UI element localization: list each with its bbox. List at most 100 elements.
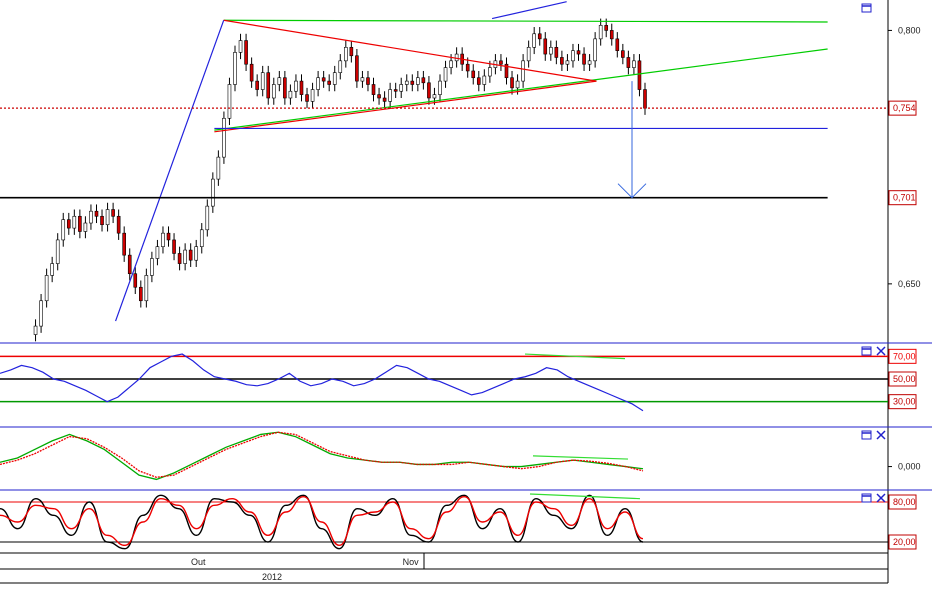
- right-axis-area: [888, 0, 932, 612]
- price-candle: [643, 82, 647, 115]
- candle-body: [526, 47, 531, 62]
- candle-body: [78, 215, 82, 232]
- stoch-panel-maximize-button[interactable]: [861, 493, 872, 503]
- candle-body: [310, 89, 315, 102]
- candle-body: [482, 75, 487, 85]
- price-candle: [94, 204, 99, 224]
- price-candle: [139, 280, 143, 308]
- candle-body: [111, 209, 115, 217]
- rsi-level-tag-label: 50,00: [893, 374, 916, 384]
- price-candle: [521, 54, 525, 88]
- price-candle: [404, 74, 409, 92]
- candle-body: [227, 84, 232, 119]
- candle-body: [421, 77, 426, 84]
- candle-body: [471, 70, 476, 79]
- price-tick-label: 0,800: [898, 25, 921, 35]
- candle-body: [410, 80, 415, 85]
- candle-body: [416, 77, 420, 85]
- price-candle: [133, 266, 138, 294]
- price-candle: [327, 74, 331, 92]
- candle-body: [72, 215, 77, 229]
- x-axis-year-label: 2012: [262, 572, 282, 582]
- candle-body: [615, 38, 620, 51]
- candle-body: [166, 232, 171, 241]
- stoch-level-tag-label: 80,00: [893, 497, 916, 507]
- trendline-blue-impulse: [115, 20, 225, 322]
- price-candle: [127, 248, 132, 281]
- candle-body: [155, 246, 160, 259]
- candle-body: [349, 47, 354, 57]
- candle-body: [560, 57, 564, 65]
- candle-body: [338, 60, 343, 73]
- price-candle: [66, 212, 71, 235]
- price-candle: [61, 212, 66, 247]
- rsi-level-tag: 50,00: [888, 371, 917, 387]
- macd-zero-label: 0,000: [898, 462, 921, 472]
- macd-panel-maximize-button[interactable]: [861, 430, 872, 440]
- price-candle: [277, 70, 282, 92]
- price-candle: [161, 226, 165, 254]
- price-candle: [144, 268, 149, 308]
- price-candle: [582, 47, 586, 71]
- macd-panel-close-button[interactable]: [876, 430, 886, 440]
- candle-body: [205, 205, 210, 231]
- candle-body: [532, 33, 536, 48]
- candle-body: [465, 63, 470, 72]
- price-candle: [471, 64, 476, 85]
- candle-body: [33, 325, 38, 335]
- candle-body: [404, 80, 409, 85]
- candle-body: [438, 80, 442, 95]
- candle-body: [377, 94, 381, 99]
- rsi-level-tag: 70,00: [888, 348, 917, 364]
- price-candle: [288, 84, 293, 105]
- stoch-panel-close-button[interactable]: [876, 493, 886, 503]
- candle-body: [133, 273, 138, 288]
- price-candle: [283, 70, 287, 105]
- price-candle: [410, 74, 415, 92]
- x-axis-tick-label: Nov: [403, 557, 420, 567]
- candle-body: [249, 63, 254, 82]
- candle-body: [305, 94, 309, 102]
- candle-body: [216, 156, 221, 180]
- candle-body: [521, 60, 525, 82]
- price-candle: [543, 32, 548, 61]
- price-candle: [421, 70, 426, 90]
- candle-body: [277, 77, 282, 85]
- candle-body: [127, 254, 132, 275]
- candle-body: [515, 80, 520, 89]
- price-candle: [416, 70, 420, 92]
- price-candle: [532, 27, 536, 55]
- price-candle: [83, 216, 88, 239]
- price-candle: [609, 23, 614, 46]
- candle-body: [632, 60, 636, 68]
- price-candle: [393, 82, 398, 98]
- price-candle: [537, 27, 542, 46]
- candle-body: [150, 258, 154, 276]
- price-candle: [504, 57, 509, 85]
- price-candle: [55, 233, 60, 271]
- price-candle: [255, 74, 259, 97]
- candle-body: [44, 275, 49, 302]
- macd-panel: 0,000: [0, 431, 921, 481]
- candle-body: [283, 77, 287, 99]
- candle-body: [332, 72, 337, 85]
- price-candle: [233, 45, 237, 92]
- candle-body: [105, 209, 110, 226]
- candle-body: [316, 77, 320, 90]
- candle-body: [139, 286, 143, 302]
- price-candle: [526, 40, 531, 68]
- candle-body: [327, 80, 331, 85]
- candle-body: [321, 77, 326, 82]
- rsi-panel-maximize-button[interactable]: [861, 346, 872, 356]
- candle-body: [50, 263, 54, 276]
- rsi-panel-close-button[interactable]: [876, 346, 886, 356]
- price-panel-maximize-button[interactable]: [861, 3, 872, 13]
- price-candle: [122, 226, 126, 262]
- price-candle: [565, 54, 570, 71]
- candle-body: [609, 30, 614, 40]
- candle-body: [643, 89, 647, 109]
- stoch-level-tag-label: 20,00: [893, 537, 916, 547]
- macd-series-line: [0, 431, 644, 478]
- price-candle: [166, 226, 171, 247]
- price-candle: [150, 251, 154, 283]
